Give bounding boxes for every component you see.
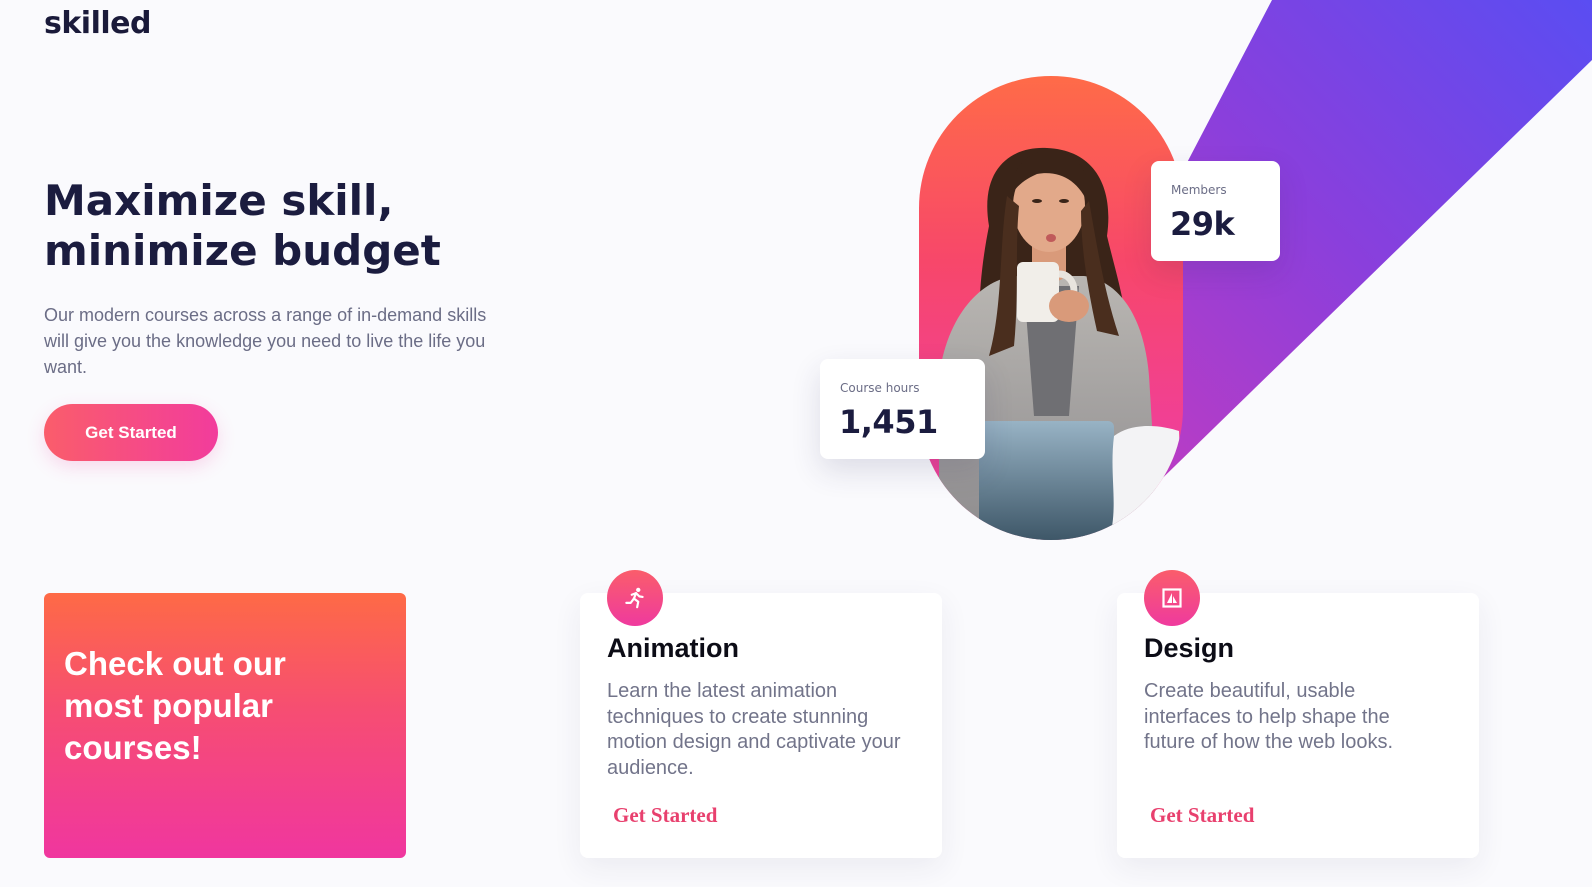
members-stat-card: Members 29k: [1151, 161, 1280, 261]
course-description: Create beautiful, usable interfaces to h…: [1144, 680, 1394, 753]
hero-title-line-2: minimize budget: [44, 226, 441, 275]
hero-photo: [919, 76, 1183, 540]
course-hours-value: 1,451: [839, 403, 938, 441]
running-figure-icon: [607, 570, 663, 626]
promo-text: Check out our most popular courses!: [64, 645, 286, 766]
members-label: Members: [1171, 183, 1227, 197]
get-started-link[interactable]: Get Started: [613, 803, 717, 828]
landing-page: skilled Maximize skill, minimize budget …: [0, 0, 1592, 887]
woman-with-mug-illustration: [939, 147, 1183, 540]
hero-title-line-1: Maximize skill,: [44, 176, 394, 225]
course-hours-stat-card: Course hours 1,451: [820, 359, 985, 459]
course-card-animation: Animation Learn the latest animation tec…: [580, 570, 942, 858]
get-started-button[interactable]: Get Started: [44, 404, 218, 461]
brand-logo[interactable]: skilled: [44, 6, 151, 41]
hero-description: Our modern courses across a range of in-…: [44, 305, 487, 377]
design-frame-icon: [1144, 570, 1200, 626]
course-description: Learn the latest animation techniques to…: [607, 680, 901, 779]
course-title: Animation: [607, 633, 739, 663]
get-started-link[interactable]: Get Started: [1150, 803, 1254, 828]
course-hours-label: Course hours: [840, 381, 920, 395]
hero-title: Maximize skill, minimize budget: [44, 176, 564, 276]
members-value: 29k: [1170, 205, 1235, 243]
course-title: Design: [1144, 633, 1235, 663]
course-card-design: Design Create beautiful, usable interfac…: [1117, 570, 1479, 858]
popular-courses-promo: Check out our most popular courses!: [44, 593, 406, 858]
